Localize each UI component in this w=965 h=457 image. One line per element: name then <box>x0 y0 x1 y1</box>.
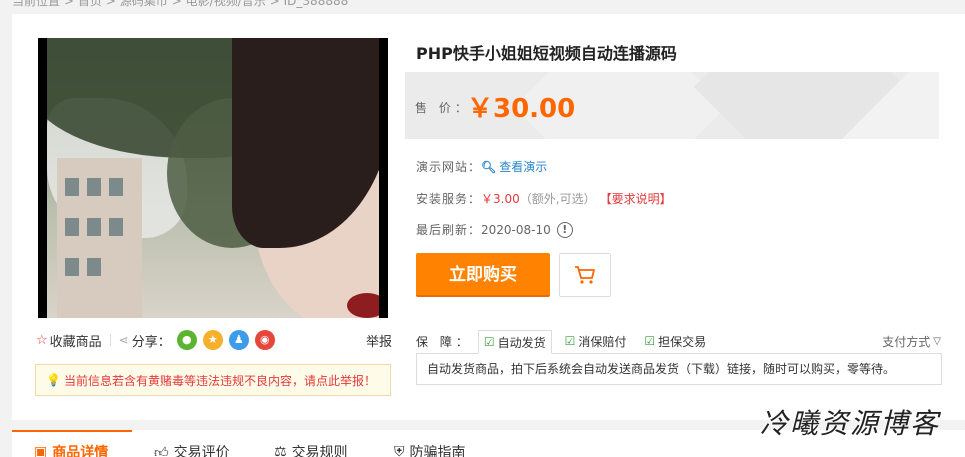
search-icon: 🔍︎ <box>481 159 497 174</box>
tab-label: 交易评价 <box>173 445 230 457</box>
report-link[interactable]: 举报 <box>366 331 392 350</box>
product-card: ☆ 收藏商品 ⋖ 分享： ● ★ ♟ ◉ 举报 💡 当前信息若含有黄赌毒等违法违… <box>12 14 965 420</box>
thumbs-up-icon: 👍︎ <box>154 444 169 457</box>
tab-label: 自动发货 <box>497 335 546 350</box>
favorite-label: 收藏商品 <box>49 334 102 350</box>
payment-label: 支付方式 <box>882 334 931 349</box>
breadcrumb-item[interactable]: 源码集市 <box>120 0 168 8</box>
price-box: 售 价： ￥30.00 <box>405 72 939 139</box>
guarantee-label: 保 障： <box>416 334 472 349</box>
tab-compensation[interactable]: ☑ 消保赔付 <box>560 329 632 353</box>
share-icon: ⋖ <box>118 333 129 347</box>
watermark: 冷曦资源博客 <box>760 407 941 440</box>
tab-label: 消保赔付 <box>578 334 627 349</box>
check-icon: ☑ <box>483 335 495 349</box>
buy-now-button[interactable]: 立即购买 <box>416 253 550 297</box>
tab-label: 交易规则 <box>291 445 348 457</box>
share-group: ⋖ 分享： ● ★ ♟ ◉ <box>119 330 275 350</box>
qq-icon[interactable]: ♟ <box>228 330 249 350</box>
guarantee-description: 自动发货商品，拍下后系统会自动发送商品发货（下载）链接，随时可以购买，零等待。 <box>416 353 942 385</box>
wechat-icon[interactable]: ● <box>176 330 197 350</box>
service-price: ￥3.00 <box>481 192 520 206</box>
chevron-down-icon: ▽ <box>933 335 941 347</box>
document-icon: ▣ <box>34 444 48 457</box>
tab-auto-delivery[interactable]: ☑ 自动发货 <box>477 330 552 354</box>
tab-trade-rules[interactable]: ⚖ 交易规则 <box>274 442 348 457</box>
refresh-date: 2020-08-10 <box>481 222 551 237</box>
active-tab-indicator <box>12 430 132 432</box>
report-notice[interactable]: 💡 当前信息若含有黄赌毒等违法违规不良内容，请点此举报！ <box>35 364 391 396</box>
favorite-button[interactable]: ☆ 收藏商品 <box>36 331 102 350</box>
check-icon: ☑ <box>564 334 576 348</box>
qzone-icon[interactable]: ★ <box>202 330 223 350</box>
demo-link[interactable]: 🔍︎ 查看演示 <box>481 158 547 175</box>
breadcrumb-item: ID_388888 <box>283 0 349 8</box>
scale-icon: ⚖ <box>274 444 287 457</box>
service-request-link[interactable]: 【要求说明】 <box>600 190 672 207</box>
service-label: 安装服务： <box>416 192 482 206</box>
gallery-actions: ☆ 收藏商品 ⋖ 分享： ● ★ ♟ ◉ 举报 <box>36 330 392 350</box>
weibo-icon[interactable]: ◉ <box>254 330 275 350</box>
breadcrumb-item[interactable]: 电影/视频/音乐 <box>186 0 266 8</box>
product-image[interactable] <box>38 38 388 318</box>
shield-icon: ⛨ <box>394 444 405 457</box>
page-title: PHP快手小姐姐短视频自动连播源码 <box>416 44 677 63</box>
breadcrumb-item[interactable]: 首页 <box>78 0 102 8</box>
tab-fraud-guide[interactable]: ⛨ 防骗指南 <box>394 442 466 457</box>
price-value: ￥30.00 <box>467 94 576 124</box>
tab-reviews[interactable]: 👍︎ 交易评价 <box>154 442 230 457</box>
demo-link-text: 查看演示 <box>499 160 548 174</box>
add-to-cart-button[interactable] <box>559 253 611 297</box>
tab-label: 商品详情 <box>52 445 109 457</box>
demo-label: 演示网站： <box>416 160 482 174</box>
payment-method-dropdown[interactable]: 支付方式 ▽ <box>882 333 941 350</box>
price-label: 售 价： <box>415 101 471 115</box>
service-row: 安装服务： ￥3.00 （额外,可选） 【要求说明】 <box>416 190 672 207</box>
tab-product-details[interactable]: ▣ 商品详情 <box>34 442 108 457</box>
cart-icon <box>575 266 595 284</box>
tab-label: 担保交易 <box>658 334 707 349</box>
tab-escrow[interactable]: ☑ 担保交易 <box>639 329 711 353</box>
share-label: 分享： <box>131 334 171 350</box>
service-note: （额外,可选） <box>519 192 596 206</box>
lightbulb-icon: 💡 <box>46 373 61 387</box>
check-icon: ☑ <box>644 334 656 348</box>
notice-text: 当前信息若含有黄赌毒等违法违规不良内容，请点此举报！ <box>63 373 376 388</box>
info-icon[interactable]: ! <box>556 221 573 238</box>
refresh-row: 最后刷新： 2020-08-10 ! <box>416 221 573 238</box>
refresh-label: 最后刷新： <box>416 223 482 237</box>
tab-label: 防骗指南 <box>409 445 466 457</box>
demo-row: 演示网站： 🔍︎ 查看演示 <box>416 158 547 175</box>
breadcrumb: 当前位置 > 首页 > 源码集市 > 电影/视频/音乐 > ID_388888 <box>12 0 352 8</box>
star-icon: ☆ <box>36 332 48 348</box>
breadcrumb-item[interactable]: 当前位置 <box>12 0 60 8</box>
guarantee-bar: 保 障： ☑ 自动发货 ☑ 消保赔付 ☑ 担保交易 支付方式 ▽ <box>416 329 941 354</box>
